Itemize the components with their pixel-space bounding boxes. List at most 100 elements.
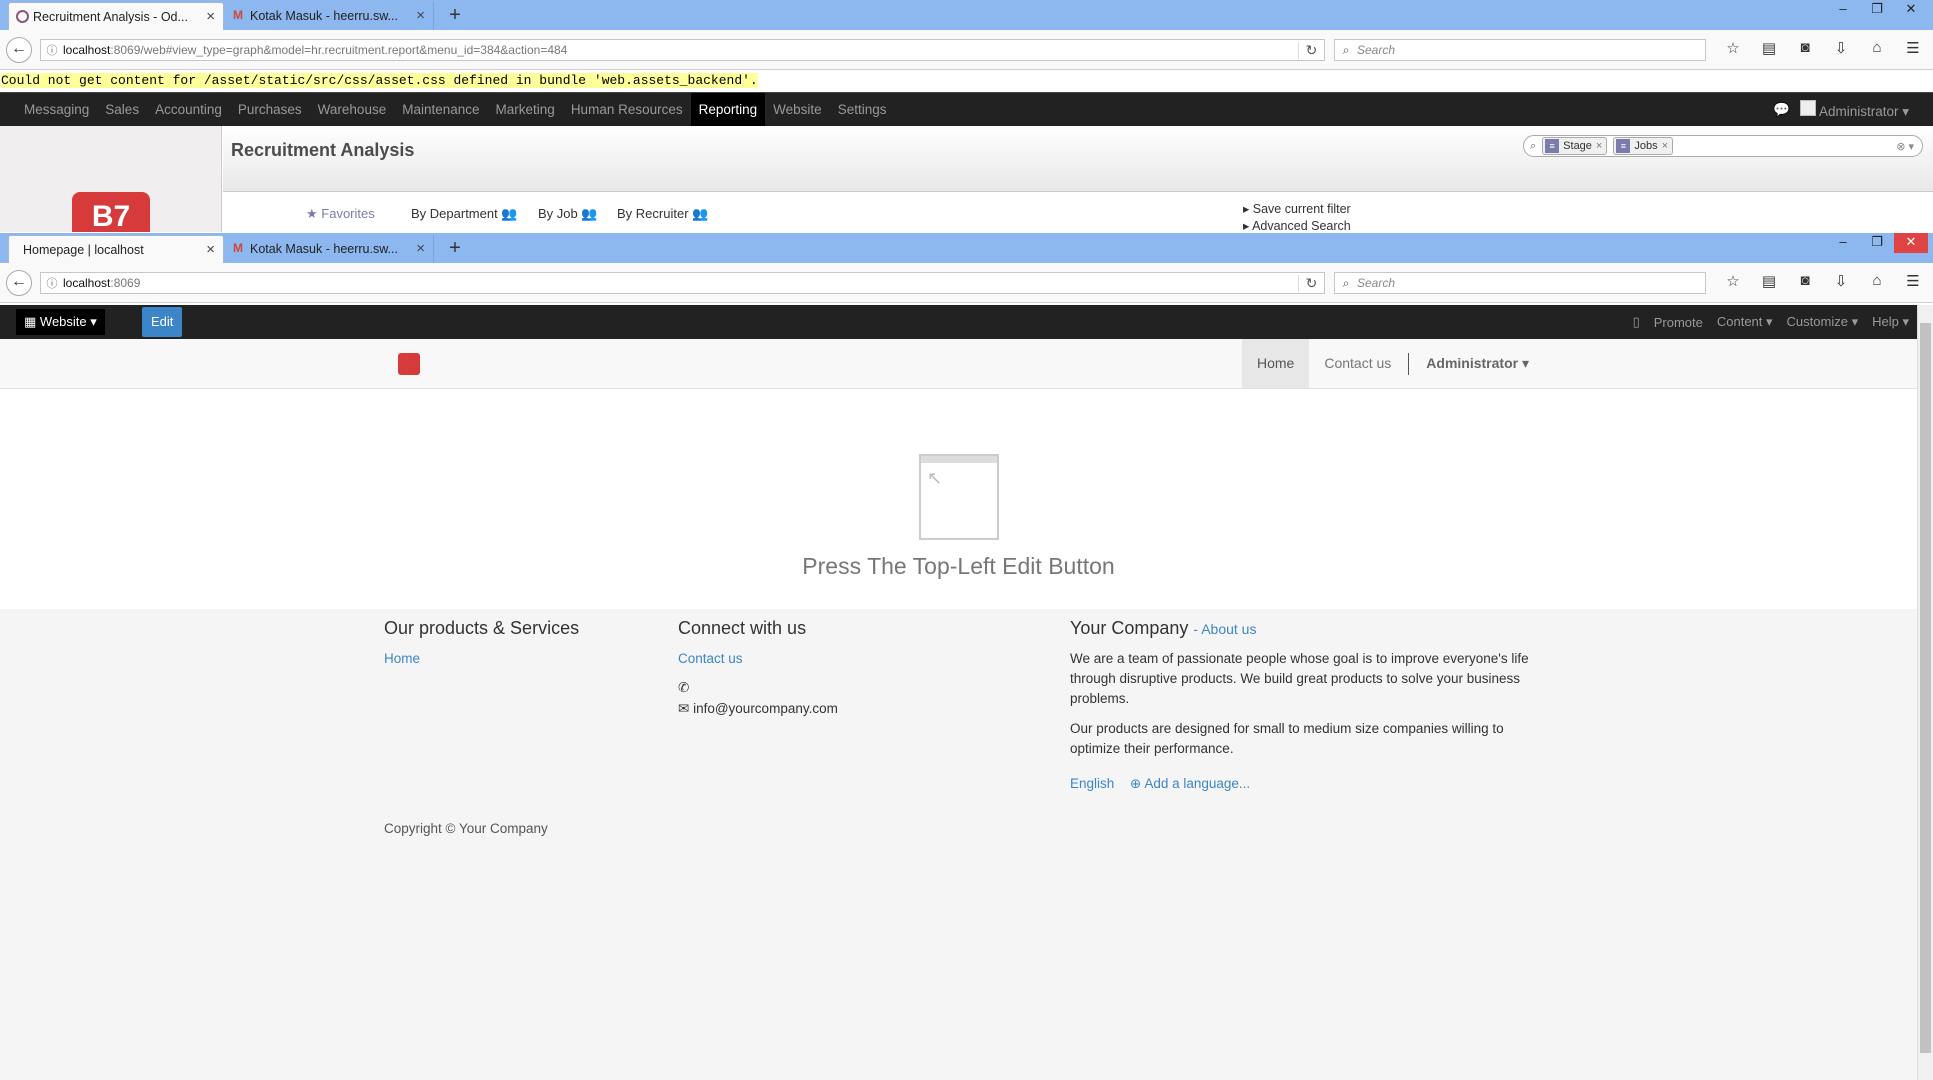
restore-button[interactable]: ❐ <box>1860 233 1894 253</box>
page-title: Recruitment Analysis <box>231 140 415 160</box>
website-menu-button[interactable]: ▦ Website ▾ <box>16 309 105 335</box>
url-bar[interactable]: ⓘ localhost:8069/web#view_type=graph&mod… <box>40 39 1325 61</box>
menu-item-maintenance[interactable]: Maintenance <box>394 93 487 127</box>
tab-label: Kotak Masuk - heerru.sw... <box>250 242 398 256</box>
website-logo[interactable] <box>398 353 420 375</box>
advanced-search-link[interactable]: ▸ Advanced Search <box>1243 218 1351 233</box>
about-us-link[interactable]: - About us <box>1193 621 1256 637</box>
menu-item-marketing[interactable]: Marketing <box>488 93 563 127</box>
apps-grid-icon: ▦ <box>24 314 37 329</box>
customize-menu[interactable]: Customize ▾ <box>1787 314 1859 330</box>
footer-para-2: Our products are designed for small to m… <box>1070 721 1504 756</box>
mobile-preview-icon[interactable]: ▯ <box>1633 314 1640 330</box>
facet-jobs[interactable]: ≡ Jobs × <box>1613 137 1674 155</box>
menu-item-warehouse[interactable]: Warehouse <box>310 93 395 127</box>
menu-item-purchases[interactable]: Purchases <box>230 93 310 127</box>
website-header: Home Contact us Administrator ▾ <box>0 339 1917 389</box>
footer-products-title: Our products & Services <box>384 618 580 638</box>
help-menu[interactable]: Help ▾ <box>1872 314 1909 330</box>
new-tab-button[interactable]: + <box>440 3 470 29</box>
close-tab-icon[interactable]: × <box>416 7 425 24</box>
hamburger-menu-icon[interactable]: ☰ <box>1895 272 1931 290</box>
close-tab-icon[interactable]: × <box>416 240 425 257</box>
nav-home[interactable]: Home <box>1242 339 1310 388</box>
tab-kotak-masuk[interactable]: M Kotak Masuk - heerru.sw... × <box>226 2 434 30</box>
footer-company-title: Your Company - About us <box>1070 618 1257 638</box>
pocket-icon[interactable]: ◙ <box>1787 39 1823 57</box>
close-tab-icon[interactable]: × <box>206 241 215 258</box>
remove-facet-icon[interactable]: × <box>1662 140 1668 152</box>
minimize-button[interactable]: – <box>1826 233 1860 253</box>
group-by-department[interactable]: By Department 👥 <box>411 206 518 222</box>
company-logo: B7 <box>72 192 150 232</box>
download-icon[interactable]: ⇩ <box>1823 272 1859 290</box>
error-message: Could not get content for /asset/static/… <box>0 72 1933 92</box>
info-icon[interactable]: ⓘ <box>41 275 63 291</box>
menu-item-website[interactable]: Website <box>765 93 830 127</box>
menu-item-settings[interactable]: Settings <box>830 93 895 127</box>
group-by-recruiter[interactable]: By Recruiter 👥 <box>617 206 708 222</box>
restore-button[interactable]: ❐ <box>1860 0 1894 20</box>
close-tab-icon[interactable]: × <box>206 8 215 25</box>
footer-email[interactable]: ✉ info@yourcompany.com <box>678 699 838 719</box>
minimize-button[interactable]: – <box>1826 0 1860 20</box>
favorites-menu[interactable]: ★ Favorites <box>306 206 375 222</box>
search-facets-input[interactable]: ⌕ ≡ Stage × ≡ Jobs × ⊗ ▾ <box>1523 135 1923 157</box>
new-tab-button[interactable]: + <box>440 236 470 262</box>
nav-contact-us[interactable]: Contact us <box>1309 339 1406 388</box>
reading-list-icon[interactable]: ▤ <box>1751 39 1787 57</box>
search-icon: ⌕ <box>1530 139 1537 152</box>
remove-facet-icon[interactable]: × <box>1596 140 1602 152</box>
top-navbar: ← ⓘ localhost:8069/web#view_type=graph&m… <box>0 30 1933 70</box>
edit-button[interactable]: Edit <box>142 307 183 337</box>
menu-item-accounting[interactable]: Accounting <box>147 93 230 127</box>
user-menu[interactable]: Administrator ▾ <box>1799 100 1909 120</box>
language-english-link[interactable]: English <box>1070 776 1114 791</box>
odoo-main-menu-bar: Messaging Sales Accounting Purchases Warehou… <box>0 92 1933 127</box>
back-button[interactable]: ← <box>6 37 32 63</box>
footer-connect-title: Connect with us <box>678 618 807 638</box>
reload-icon[interactable]: ↻ <box>1298 41 1324 59</box>
nav-user-menu[interactable]: Administrator ▾ <box>1411 339 1544 388</box>
facet-stage[interactable]: ≡ Stage × <box>1542 137 1608 155</box>
menu-item-human-resources[interactable]: Human Resources <box>563 93 691 127</box>
odoo-sidebar: B7 <box>0 126 222 232</box>
website-nav: Home Contact us Administrator ▾ <box>1242 339 1544 388</box>
close-window-button[interactable]: ✕ <box>1894 233 1928 253</box>
menu-item-sales[interactable]: Sales <box>97 93 147 127</box>
save-filter-link[interactable]: ▸ Save current filter <box>1243 201 1351 216</box>
tab-homepage[interactable]: Homepage | localhost × <box>8 235 224 263</box>
browser-search-input[interactable]: ⌕ Search <box>1334 272 1706 294</box>
download-icon[interactable]: ⇩ <box>1823 39 1859 57</box>
content-menu[interactable]: Content ▾ <box>1717 314 1773 330</box>
reload-icon[interactable]: ↻ <box>1298 274 1324 292</box>
pocket-icon[interactable]: ◙ <box>1787 272 1823 290</box>
url-bar[interactable]: ⓘ localhost:8069 ↻ <box>40 272 1325 294</box>
group-by-job[interactable]: By Job 👥 <box>538 206 598 222</box>
reading-list-icon[interactable]: ▤ <box>1751 272 1787 290</box>
menu-item-messaging[interactable]: Messaging <box>16 93 97 127</box>
chat-icon[interactable]: 💬 <box>1773 102 1790 118</box>
tab-recruitment-analysis[interactable]: Recruitment Analysis - Od... × <box>8 2 224 30</box>
back-button[interactable]: ← <box>6 270 32 296</box>
promote-menu[interactable]: Promote <box>1654 315 1703 330</box>
browser-search-input[interactable]: ⌕ Search <box>1334 39 1706 61</box>
scrollbar-thumb[interactable] <box>1920 323 1931 1053</box>
hamburger-menu-icon[interactable]: ☰ <box>1895 39 1931 57</box>
footer-contact-link[interactable]: Contact us <box>678 651 743 666</box>
menu-item-reporting[interactable]: Reporting <box>690 93 766 127</box>
bookmark-star-icon[interactable]: ☆ <box>1715 39 1751 57</box>
odoo-favicon-icon <box>16 10 29 23</box>
close-window-button[interactable]: ✕ <box>1894 0 1928 20</box>
info-icon[interactable]: ⓘ <box>41 42 63 58</box>
add-language-link[interactable]: ⊕ Add a language... <box>1130 776 1250 792</box>
tab-label: Recruitment Analysis - Od... <box>33 9 188 24</box>
tab-kotak-masuk[interactable]: M Kotak Masuk - heerru.sw... × <box>226 235 434 263</box>
home-icon[interactable]: ⌂ <box>1859 39 1895 57</box>
bookmark-star-icon[interactable]: ☆ <box>1715 272 1751 290</box>
toolbar-icons: ☆ ▤ ◙ ⇩ ⌂ ☰ <box>1715 272 1931 290</box>
footer-home-link[interactable]: Home <box>384 651 420 666</box>
clear-search-icon[interactable]: ⊗ ▾ <box>1896 140 1914 153</box>
home-icon[interactable]: ⌂ <box>1859 272 1895 290</box>
page-scrollbar[interactable] <box>1917 305 1933 1080</box>
